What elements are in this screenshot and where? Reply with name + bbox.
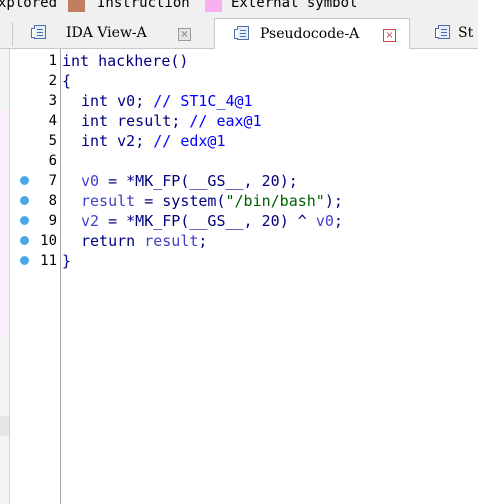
breakpoint-dot-icon[interactable] <box>20 216 29 225</box>
variable-decl[interactable]: v0 <box>108 92 135 110</box>
gutter-line[interactable]: 2 <box>10 71 60 91</box>
keyword: return <box>81 232 136 250</box>
punctuation: ; <box>171 112 190 130</box>
line-number: 8 <box>48 193 57 209</box>
punctuation: ); <box>324 192 343 210</box>
code-line-5[interactable]: int v2; // edx@1 <box>81 131 226 151</box>
tab-separator <box>12 22 13 46</box>
punctuation: ); <box>279 172 298 190</box>
code-line-3[interactable]: int v0; // ST1C_4@1 <box>81 91 253 111</box>
punctuation: ; <box>333 212 343 230</box>
function-call[interactable]: *MK_FP(__GS__, <box>126 212 261 230</box>
number: 20 <box>261 172 280 190</box>
line-number: 5 <box>48 133 57 149</box>
breakpoint-dot-icon[interactable] <box>20 176 29 185</box>
variable-decl[interactable]: result <box>108 112 171 130</box>
strings-view-icon <box>435 25 450 39</box>
brace: } <box>62 252 72 270</box>
breakpoint-dot-icon[interactable] <box>20 196 29 205</box>
close-tab-icon[interactable]: × <box>383 29 396 42</box>
comment: // ST1C_4@1 <box>153 92 253 110</box>
tab-label: St <box>458 25 474 41</box>
legend-swatch-instruction <box>68 0 85 12</box>
brace: { <box>62 72 72 90</box>
variable-decl[interactable]: v2 <box>108 132 135 150</box>
tab-label: Pseudocode-A <box>260 26 360 42</box>
code-line-7[interactable]: v0 = *MK_FP(__GS__, 20); <box>81 171 298 191</box>
keyword: int <box>81 112 109 130</box>
tab-label: IDA View-A <box>66 25 147 41</box>
line-number: 9 <box>48 213 57 229</box>
code-line-8[interactable]: result = system("/bin/bash"); <box>81 191 343 211</box>
code-line-9[interactable]: v2 = *MK_FP(__GS__, 20) ^ v0; <box>81 211 343 231</box>
line-number: 2 <box>48 73 57 89</box>
code-line-2[interactable]: { <box>62 71 71 91</box>
code-line-11[interactable]: } <box>62 251 71 271</box>
code-line-10[interactable]: return result; <box>81 231 207 251</box>
legend-bar: xplored Instruction External symbol <box>0 0 478 14</box>
close-tab-icon[interactable]: × <box>178 28 191 41</box>
gutter-line[interactable]: 9 <box>10 211 60 231</box>
punctuation: ; <box>135 92 154 110</box>
gutter-line[interactable]: 5 <box>10 131 60 151</box>
gutter-line[interactable]: 11 <box>10 251 60 271</box>
adjacent-pane-edge <box>0 49 10 504</box>
legend-label-instruction: Instruction <box>97 0 190 11</box>
variable[interactable]: result <box>81 192 135 210</box>
line-number: 10 <box>40 233 57 249</box>
function-call[interactable]: system( <box>162 192 225 210</box>
variable[interactable]: v2 <box>81 212 99 230</box>
line-number: 1 <box>48 53 57 69</box>
breakpoint-dot-icon[interactable] <box>20 256 29 265</box>
gutter-line[interactable]: 4 <box>10 111 60 131</box>
gutter-line[interactable]: 1 <box>10 51 60 71</box>
variable[interactable]: v0 <box>81 172 99 190</box>
comment: // eax@1 <box>189 112 262 130</box>
tab-ida-view-a[interactable]: IDA View-A × <box>14 18 212 49</box>
variable[interactable]: v0 <box>316 212 334 230</box>
line-number: 3 <box>48 93 57 109</box>
punctuation: ; <box>198 232 208 250</box>
pseudocode-view-icon <box>234 26 249 40</box>
function-call[interactable]: *MK_FP(__GS__, <box>126 172 261 190</box>
gutter-line[interactable]: 8 <box>10 191 60 211</box>
gutter-line[interactable]: 3 <box>10 91 60 111</box>
tab-pseudocode-a[interactable]: Pseudocode-A × <box>214 18 410 49</box>
string-literal[interactable]: "/bin/bash" <box>226 192 325 210</box>
punctuation: ; <box>135 132 154 150</box>
gutter-line[interactable]: 6 <box>10 151 60 171</box>
tab-strings[interactable]: St <box>412 18 478 49</box>
number: 20 <box>261 212 280 230</box>
operator: = <box>99 212 127 230</box>
line-number: 4 <box>48 113 57 129</box>
legend-label-external-symbol: External symbol <box>231 0 358 11</box>
keyword: int <box>81 92 109 110</box>
breakpoint-dot-icon[interactable] <box>20 236 29 245</box>
keyword: int <box>62 52 90 70</box>
variable[interactable]: result <box>144 232 198 250</box>
line-number-gutter[interactable]: 1 2 3 4 5 6 7 8 9 10 11 <box>10 49 61 504</box>
pseudocode-editor[interactable]: int hackhere() { int v0; // ST1C_4@1 int… <box>62 49 478 504</box>
gutter-line[interactable]: 10 <box>10 231 60 251</box>
line-number: 6 <box>48 153 57 169</box>
code-line-1[interactable]: int hackhere() <box>62 51 188 71</box>
legend-swatch-external-symbol <box>205 0 222 12</box>
legend-label-explored: xplored <box>0 0 58 11</box>
operator: = <box>99 172 127 190</box>
operator: = <box>135 192 163 210</box>
line-number: 11 <box>40 253 57 269</box>
comment: // edx@1 <box>153 132 226 150</box>
gutter-line[interactable]: 7 <box>10 171 60 191</box>
line-number: 7 <box>48 173 57 189</box>
operator: ) ^ <box>279 212 316 230</box>
code-line-4[interactable]: int result; // eax@1 <box>81 111 262 131</box>
disassembly-view-icon <box>31 25 46 39</box>
function-signature[interactable]: hackhere() <box>89 52 188 70</box>
tab-bar: IDA View-A × Pseudocode-A × St <box>0 14 478 49</box>
keyword: int <box>81 132 109 150</box>
